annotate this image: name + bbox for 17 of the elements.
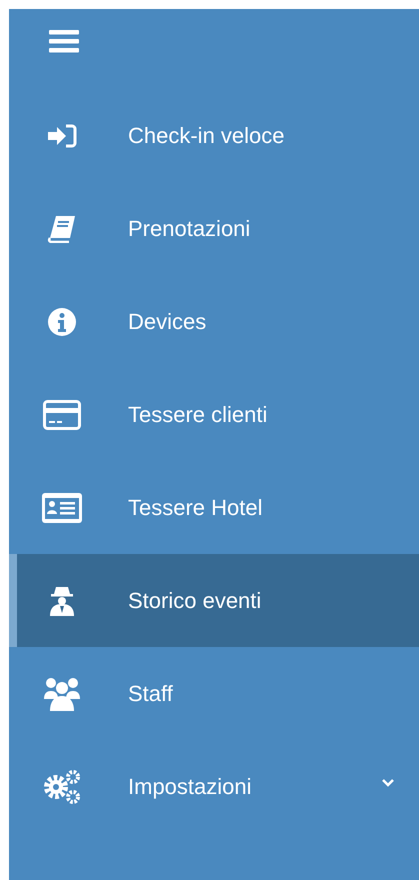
sidebar-item[interactable]: Impostazioni xyxy=(9,740,419,833)
info-icon xyxy=(48,308,76,336)
gears-icon xyxy=(43,770,81,804)
sidebar-item[interactable]: Check-in veloce xyxy=(9,89,419,182)
spy-icon xyxy=(48,586,76,616)
id-card-icon xyxy=(42,492,82,522)
sidebar-item[interactable]: Tessere Hotel xyxy=(9,461,419,554)
sidebar-item[interactable]: Staff xyxy=(9,647,419,740)
sidebar-item[interactable]: Tessere clienti xyxy=(9,368,419,461)
sidebar-item[interactable]: Prenotazioni xyxy=(9,182,419,275)
sign-in-icon xyxy=(47,124,77,148)
menu-icon[interactable] xyxy=(49,29,79,53)
book-icon xyxy=(47,214,77,242)
sidebar-item[interactable]: Devices xyxy=(9,275,419,368)
users-icon xyxy=(43,676,81,710)
credit-card-icon xyxy=(43,400,81,430)
sidebar-item[interactable]: Storico eventi xyxy=(9,554,419,647)
